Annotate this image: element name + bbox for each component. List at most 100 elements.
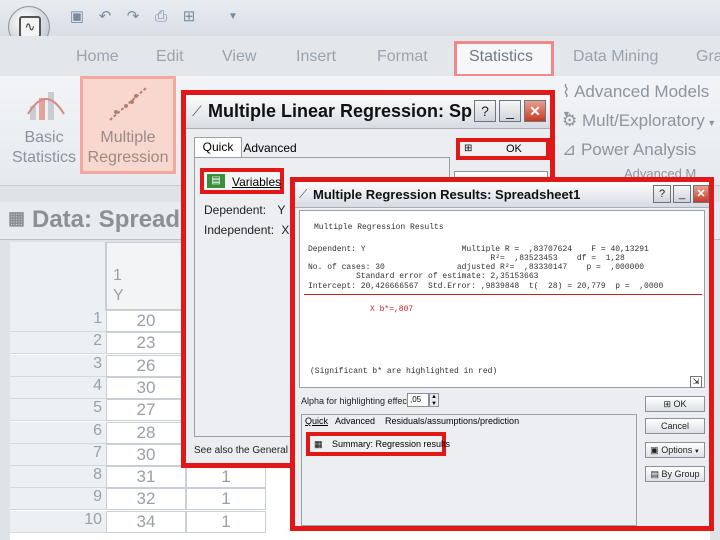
cell-y[interactable]: 32 [106,488,186,511]
cell-x[interactable]: 1 [186,510,266,533]
separator-line [304,294,702,295]
multiple-regression-button[interactable]: Multiple Regression [83,128,173,168]
mult-exploratory-menu[interactable]: ⚙ Mult/Exploratory ▼ [562,111,716,131]
cell-y[interactable]: 27 [106,399,186,422]
help-button[interactable]: ? [474,100,496,122]
results-line-r2: R²= ,83523453 df = 1,28 [308,254,625,263]
row-number[interactable]: 1 [10,310,106,332]
row-number[interactable]: 10 [10,510,106,533]
power-analysis-icon: ⊿ [562,140,581,159]
minimize-button[interactable]: _ [499,100,521,122]
dialog-title: Multiple Linear Regression: Sp [208,101,473,121]
tab-format[interactable]: Format [377,48,428,66]
results-line-beta: X b*=,807 [370,305,414,314]
cell-x[interactable]: 1 [186,466,266,489]
cell-y[interactable]: 31 [106,466,186,489]
dialog-titlebar: ⟋ Multiple Linear Regression: Sp ? _ ✕ [186,95,550,129]
summary-regression-results-button[interactable]: ▦ Summary: Regression results [306,432,450,456]
results-line-cases: No. of cases: 30 adjusted R²= ,83330147 … [308,263,645,272]
app-logo-icon: ∿ [19,16,41,38]
tab-quick[interactable]: Quick [194,137,242,157]
results-heading: Multiple Regression Results [314,223,444,232]
power-analysis-button[interactable]: ⊿ Power Analysis [562,140,696,160]
tab-residuals[interactable]: Residuals/assumptions/prediction [385,416,519,426]
redo-icon[interactable]: ↷ [124,8,142,26]
cancel-button[interactable]: Cancel [645,418,705,434]
advanced-models-icon: ⌇ [562,82,575,101]
spreadsheet-icon: ▦ [8,208,26,228]
variables-button[interactable]: ▤ Variables [200,168,284,194]
alpha-stepper[interactable]: ▲ ▼ [429,393,439,407]
tab-view[interactable]: View [222,48,256,66]
row-number[interactable]: 6 [10,421,106,444]
variables-icon: ▤ [207,174,225,188]
row-number[interactable]: 2 [10,332,106,355]
regression-icon: ⟋ [299,187,308,201]
options-icon: ▣ [650,445,662,455]
results-text-area: Multiple Regression Results Dependent: Y… [299,210,705,388]
results-line-std-error: Standard error of estimate: 2,35153663 [308,272,539,281]
column-header-y[interactable]: 1 Y [106,242,186,310]
dialog-title: Multiple Regression Results: Spreadsheet… [313,187,581,202]
minimize-button[interactable]: _ [673,185,691,203]
alpha-input[interactable]: ,05 [407,393,429,407]
close-button[interactable]: ✕ [524,100,546,122]
multiple-regression-icon [106,84,150,124]
qat-dropdown-icon[interactable]: ▼ [224,8,242,26]
ok-button[interactable]: ⊞ OK [456,138,550,160]
mult-exploratory-icon: ⚙ [562,111,582,130]
see-also-text: See also the General Re [194,445,304,456]
basic-statistics-icon [26,84,66,124]
expand-icon[interactable]: ⇲ [690,376,702,388]
cell-y[interactable]: 23 [106,332,186,355]
regression-icon: ⟋ [192,103,202,119]
cell-y[interactable]: 26 [106,354,186,377]
chevron-down-icon: ▼ [704,118,717,128]
print-icon[interactable]: ⎙ [152,8,170,26]
cell-y[interactable]: 20 [106,310,186,332]
by-group-icon: ▤ [650,469,662,479]
tab-edit[interactable]: Edit [156,48,184,66]
significant-note: (Significant b* are highlighted in red) [310,367,498,376]
cell-x[interactable]: 1 [186,488,266,511]
row-number[interactable]: 4 [10,376,106,399]
undo-icon[interactable]: ↶ [96,8,114,26]
dependent-label: Dependent: Y [204,203,286,217]
tab-quick[interactable]: Quick [305,416,328,426]
results-line-dependent: Dependent: Y Multiple R = ,83707624 F = … [308,245,649,254]
tab-graphs[interactable]: Gra [696,48,720,66]
row-number[interactable]: 3 [10,354,106,377]
regression-results-dialog: ⟋ Multiple Regression Results: Spreadshe… [290,177,714,531]
results-line-intercept: Intercept: 20,426666567 Std.Error: ,9839… [308,282,664,291]
row-number[interactable]: 7 [10,443,106,466]
alpha-label: Alpha for highlighting effects: [301,396,417,406]
ok-button[interactable]: ⊞ OK [645,396,705,412]
independent-label: Independent: X [204,223,290,237]
row-number[interactable]: 9 [10,488,106,511]
cell-y[interactable]: 30 [106,443,186,466]
summary-icon: ▦ [314,439,323,449]
tab-home[interactable]: Home [76,48,119,66]
close-button[interactable]: ✕ [693,185,709,203]
by-group-button[interactable]: ▤ By Group [645,466,705,482]
tab-insert[interactable]: Insert [296,48,336,66]
tab-advanced[interactable]: Advanced [335,416,375,426]
ok-icon: ⊞ [464,143,473,154]
tab-advanced[interactable]: Advanced [242,139,298,157]
layout-icon[interactable]: ⊞ [180,8,198,26]
row-number[interactable]: 5 [10,399,106,422]
cell-y[interactable]: 30 [106,376,186,399]
tab-statistics[interactable]: Statistics [469,48,533,66]
cell-y[interactable]: 34 [106,510,186,533]
ok-icon: ⊞ [663,399,674,409]
tab-data-mining[interactable]: Data Mining [573,48,658,66]
chevron-down-icon: ▼ [692,449,700,455]
corner-header [10,242,106,310]
basic-statistics-button[interactable]: Basic Statistics [6,128,82,168]
cell-y[interactable]: 28 [106,421,186,444]
row-number[interactable]: 8 [10,466,106,489]
options-button[interactable]: ▣ Options ▼ [645,442,705,458]
save-icon[interactable]: ▣ [68,8,86,26]
help-button[interactable]: ? [653,185,671,203]
spreadsheet-title: Data: Spread [32,206,181,233]
